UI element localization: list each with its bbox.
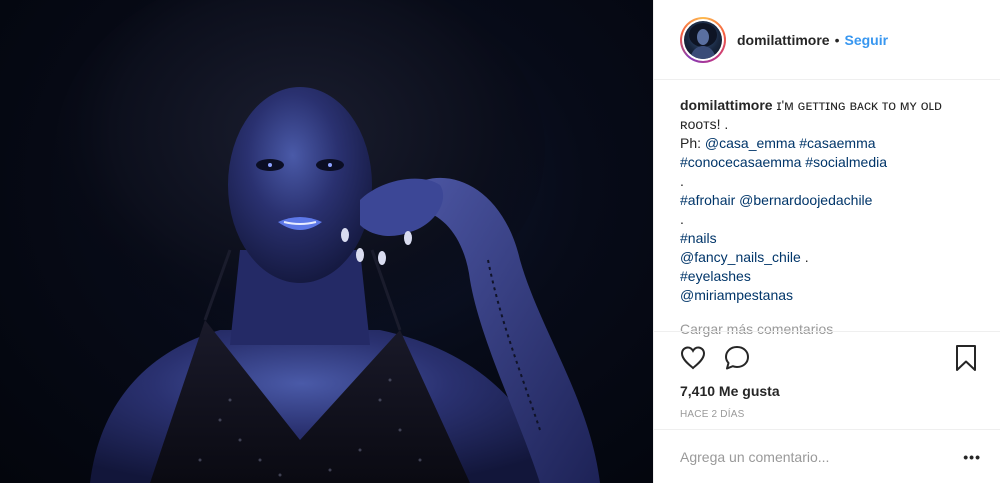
caption-tags-line: #conocecasaemma #socialmedia: [680, 153, 980, 172]
avatar-frame: [682, 18, 724, 61]
caption-ph-line: Ph: @casa_emma #casaemma: [680, 134, 980, 153]
post-username[interactable]: domilattimore: [737, 32, 830, 48]
caption-first-line: domilattimore ɪ'ᴍ ɢᴇᴛᴛɪɴɢ ʙᴀᴄᴋ ᴛᴏ ᴍʏ ᴏʟᴅ: [680, 96, 980, 115]
hashtag-socialmedia[interactable]: #socialmedia: [805, 154, 887, 170]
caption-username[interactable]: domilattimore: [680, 97, 773, 113]
heart-icon[interactable]: [678, 343, 708, 373]
likes-count[interactable]: 7,410 Me gusta: [680, 383, 780, 399]
hashtag-nails[interactable]: #nails: [680, 230, 717, 246]
portrait-illustration: [55, 0, 600, 483]
story-ring[interactable]: [680, 16, 726, 63]
action-bar: [654, 331, 1000, 381]
post-timestamp[interactable]: Hace 2 días: [680, 409, 744, 420]
mention-bernardoojedachile[interactable]: @bernardoojedachile: [739, 192, 872, 208]
caption-fancy-line: @fancy_nails_chile .: [680, 248, 980, 267]
follow-button[interactable]: Seguir: [844, 32, 888, 48]
hashtag-afrohair[interactable]: #afrohair: [680, 192, 735, 208]
caption-text-2: ʀᴏᴏᴛs! .: [680, 116, 729, 132]
caption-afro-line: #afrohair @bernardoojedachile: [680, 191, 980, 210]
bookmark-icon[interactable]: [951, 343, 981, 373]
speech-bubble-icon[interactable]: [722, 343, 752, 373]
hashtag-casaemma[interactable]: #casaemma: [799, 135, 875, 151]
instagram-post: domilattimore • Seguir domilattimore ɪ'ᴍ…: [0, 0, 1000, 483]
more-options-icon[interactable]: •••: [963, 449, 981, 465]
post-photo[interactable]: [0, 0, 653, 483]
mention-miriampestanas[interactable]: @miriampestanas: [680, 287, 793, 303]
comment-bar: •••: [654, 429, 1000, 483]
caption-text-1: ɪ'ᴍ ɢᴇᴛᴛɪɴɢ ʙᴀᴄᴋ ᴛᴏ ᴍʏ ᴏʟᴅ: [776, 97, 942, 113]
caption-dot-2: .: [680, 211, 684, 227]
hashtag-conocecasaemma[interactable]: #conocecasaemma: [680, 154, 801, 170]
separator-dot: •: [834, 31, 840, 48]
caption: domilattimore ɪ'ᴍ ɢᴇᴛᴛɪɴɢ ʙᴀᴄᴋ ᴛᴏ ᴍʏ ᴏʟᴅ…: [654, 80, 1000, 337]
post-header: domilattimore • Seguir: [654, 0, 1000, 80]
mention-fancy-nails-chile[interactable]: @fancy_nails_chile: [680, 249, 801, 265]
avatar-image: [689, 22, 717, 59]
comment-input[interactable]: [680, 448, 964, 465]
avatar: [684, 20, 722, 59]
post-side-panel: domilattimore • Seguir domilattimore ɪ'ᴍ…: [653, 0, 1000, 483]
ph-prefix: Ph:: [680, 135, 705, 151]
caption-eyelashes-line: #eyelashes: [680, 267, 980, 286]
mention-casa-emma[interactable]: @casa_emma: [705, 135, 795, 151]
caption-nails-line: #nails: [680, 229, 980, 248]
hashtag-eyelashes[interactable]: #eyelashes: [680, 268, 751, 284]
caption-dot-1: .: [680, 173, 684, 189]
caption-miriam-line: @miriampestanas: [680, 286, 980, 305]
fancy-suffix: .: [800, 249, 809, 265]
